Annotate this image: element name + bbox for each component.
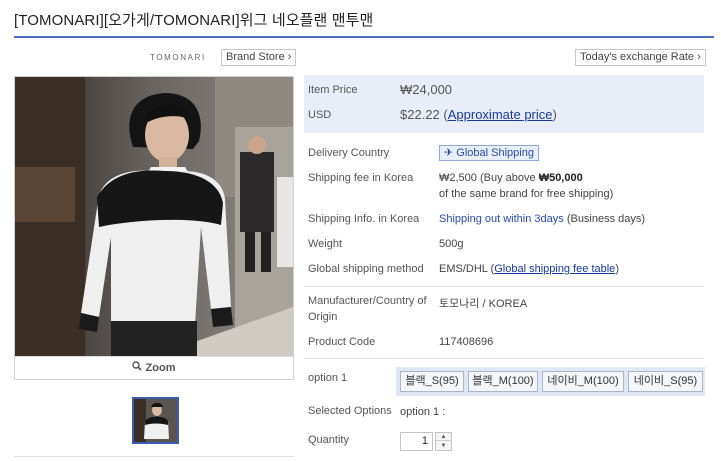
product-code-label: Product Code (308, 336, 376, 348)
product-code-value: 117408696 (439, 336, 494, 348)
section-divider (304, 286, 704, 287)
brand-store-button[interactable]: Brand Store › (221, 49, 297, 66)
gallery-divider (14, 456, 294, 457)
shipping-fee-value: ₩2,500 (Buy above ₩50,000 (439, 172, 583, 184)
selected-options-value: option 1 : (400, 406, 446, 418)
price-box (304, 75, 704, 133)
title-divider (14, 36, 714, 38)
quantity-up-icon[interactable]: ▲ (436, 433, 451, 441)
usd-price: $22.22 (Approximate price) (400, 107, 557, 122)
shipping-fee-note: of the same brand for free shipping) (439, 188, 614, 200)
zoom-button[interactable]: Zoom (15, 356, 293, 379)
manufacturer-label-line1: Manufacturer/Country of (308, 295, 427, 307)
magnifier-icon (132, 361, 143, 374)
item-price-label: Item Price (308, 84, 358, 96)
option-list: 블랙_S(95) 블랙_M(100) 네이비_M(100) 네이비_S(95) (396, 367, 705, 396)
global-shipping-badge: ✈ Global Shipping (439, 145, 539, 161)
usd-value: $22.22 (400, 107, 440, 122)
manufacturer-label-line2: Origin (308, 311, 338, 323)
quantity-down-icon[interactable]: ▼ (436, 442, 451, 450)
exchange-rate-button[interactable]: Today's exchange Rate › (575, 49, 706, 66)
shipping-fee-table-link[interactable]: Global shipping fee table (494, 263, 615, 275)
weight-value: 500g (439, 238, 464, 250)
quantity-label: Quantity (308, 434, 349, 446)
method-close: ) (615, 263, 619, 275)
quantity-stepper[interactable]: ▲ ▼ (435, 432, 452, 451)
global-shipping-label: Global Shipping (456, 147, 534, 159)
zoom-label: Zoom (145, 362, 176, 374)
airplane-icon: ✈ (444, 147, 454, 159)
delivery-country-label: Delivery Country (308, 147, 390, 159)
product-title: [TOMONARI][오가게/TOMONARI]위그 네오플랜 맨투맨 (14, 12, 374, 29)
shipping-method-value: EMS/DHL (Global shipping fee table) (439, 263, 619, 275)
manufacturer-label: Manufacturer/Country of Origin (308, 295, 427, 323)
brand-logo[interactable]: TOMONARI (150, 53, 206, 62)
shipping-info-value: Shipping out within 3days (Business days… (439, 213, 645, 225)
option-navy-m[interactable]: 네이비_M(100) (542, 371, 624, 392)
option-label: option 1 (308, 372, 348, 384)
section-divider (304, 358, 704, 359)
method-text: EMS/DHL ( (439, 263, 495, 275)
selected-options-label: Selected Options (308, 405, 392, 417)
shipping-within-3days: Shipping out within 3days (439, 213, 564, 225)
option-navy-s[interactable]: 네이비_S(95) (628, 371, 703, 392)
shipping-info-label: Shipping Info. in Korea (308, 213, 420, 225)
option-black-s[interactable]: 블랙_S(95) (400, 371, 464, 392)
shipping-method-label: Global shipping method (308, 263, 424, 275)
business-days-note: (Business days) (566, 213, 646, 225)
usd-label: USD (308, 109, 332, 121)
free-shipping-threshold: ₩50,000 (538, 172, 583, 184)
shipping-fee-text: ₩2,500 (Buy above (439, 172, 536, 184)
product-image-frame: Zoom (14, 76, 294, 380)
approximate-price-link[interactable]: Approximate price (448, 107, 553, 122)
weight-label: Weight (308, 238, 343, 250)
option-black-m[interactable]: 블랙_M(100) (468, 371, 538, 392)
quantity-input[interactable]: 1 (400, 432, 433, 451)
shipping-fee-label: Shipping fee in Korea (308, 172, 414, 184)
item-price-value: ₩24,000 (400, 82, 453, 97)
approx-close: ) (552, 107, 557, 122)
manufacturer-value: 토모나리 / KOREA (439, 298, 528, 310)
product-main-image[interactable] (15, 77, 293, 356)
thumbnail-1[interactable] (132, 397, 179, 444)
